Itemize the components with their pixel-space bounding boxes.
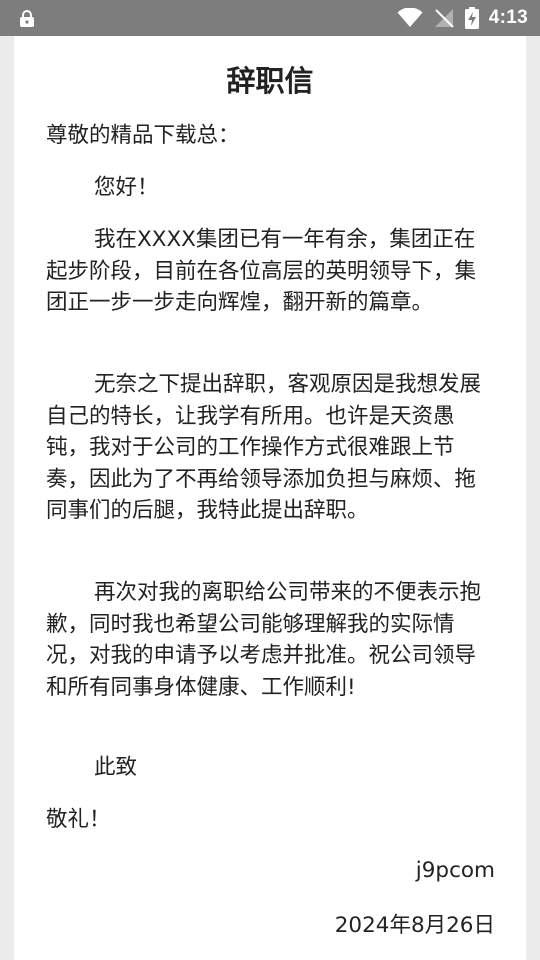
wifi-icon [397, 8, 423, 28]
lock-icon [18, 10, 36, 28]
page-title: 辞职信 [226, 64, 314, 98]
status-time: 4:13 [488, 7, 528, 28]
body-paragraph-3: 再次对我的离职给公司带来的不便表示抱歉，同时我也希望公司能够理解我的实际情况，对… [46, 580, 482, 700]
body-paragraph-2: 无奈之下提出辞职，客观原因是我想发展自己的特长，让我学有所用。也许是天资愚钝，我… [46, 372, 482, 523]
salutation: 尊敬的精品下载总： [46, 123, 240, 148]
closing-line-1: 此致 [94, 755, 138, 780]
status-bar: 4:13 [0, 0, 540, 36]
body-paragraph-1: 我在XXXX集团已有一年有余，集团正在起步阶段，目前在各位高层的英明领导下，集团… [46, 227, 477, 315]
closing-line-2: 敬礼！ [46, 807, 111, 832]
letter-date: 2024年8月26日 [334, 913, 495, 938]
greeting: 您好！ [94, 175, 159, 200]
signature: j9pcom [415, 858, 495, 883]
letter-sheet: 辞职信 尊敬的精品下载总： 您好！ 我在XXXX集团已有一年有余，集团正在起步阶… [14, 36, 526, 960]
signal-off-icon [433, 7, 455, 29]
battery-charging-icon [464, 7, 479, 29]
